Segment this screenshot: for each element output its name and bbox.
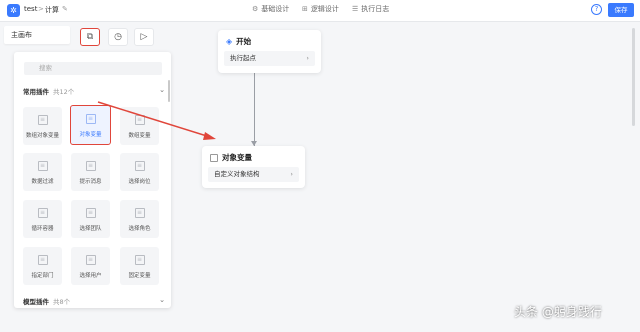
canvas-scrollbar[interactable] — [632, 28, 635, 126]
watermark-text: 头条 @躬身践行 — [514, 305, 602, 319]
annotation-arrowhead — [203, 132, 216, 140]
annotation-arrow-line — [97, 101, 211, 138]
annotation-arrow — [97, 101, 216, 140]
